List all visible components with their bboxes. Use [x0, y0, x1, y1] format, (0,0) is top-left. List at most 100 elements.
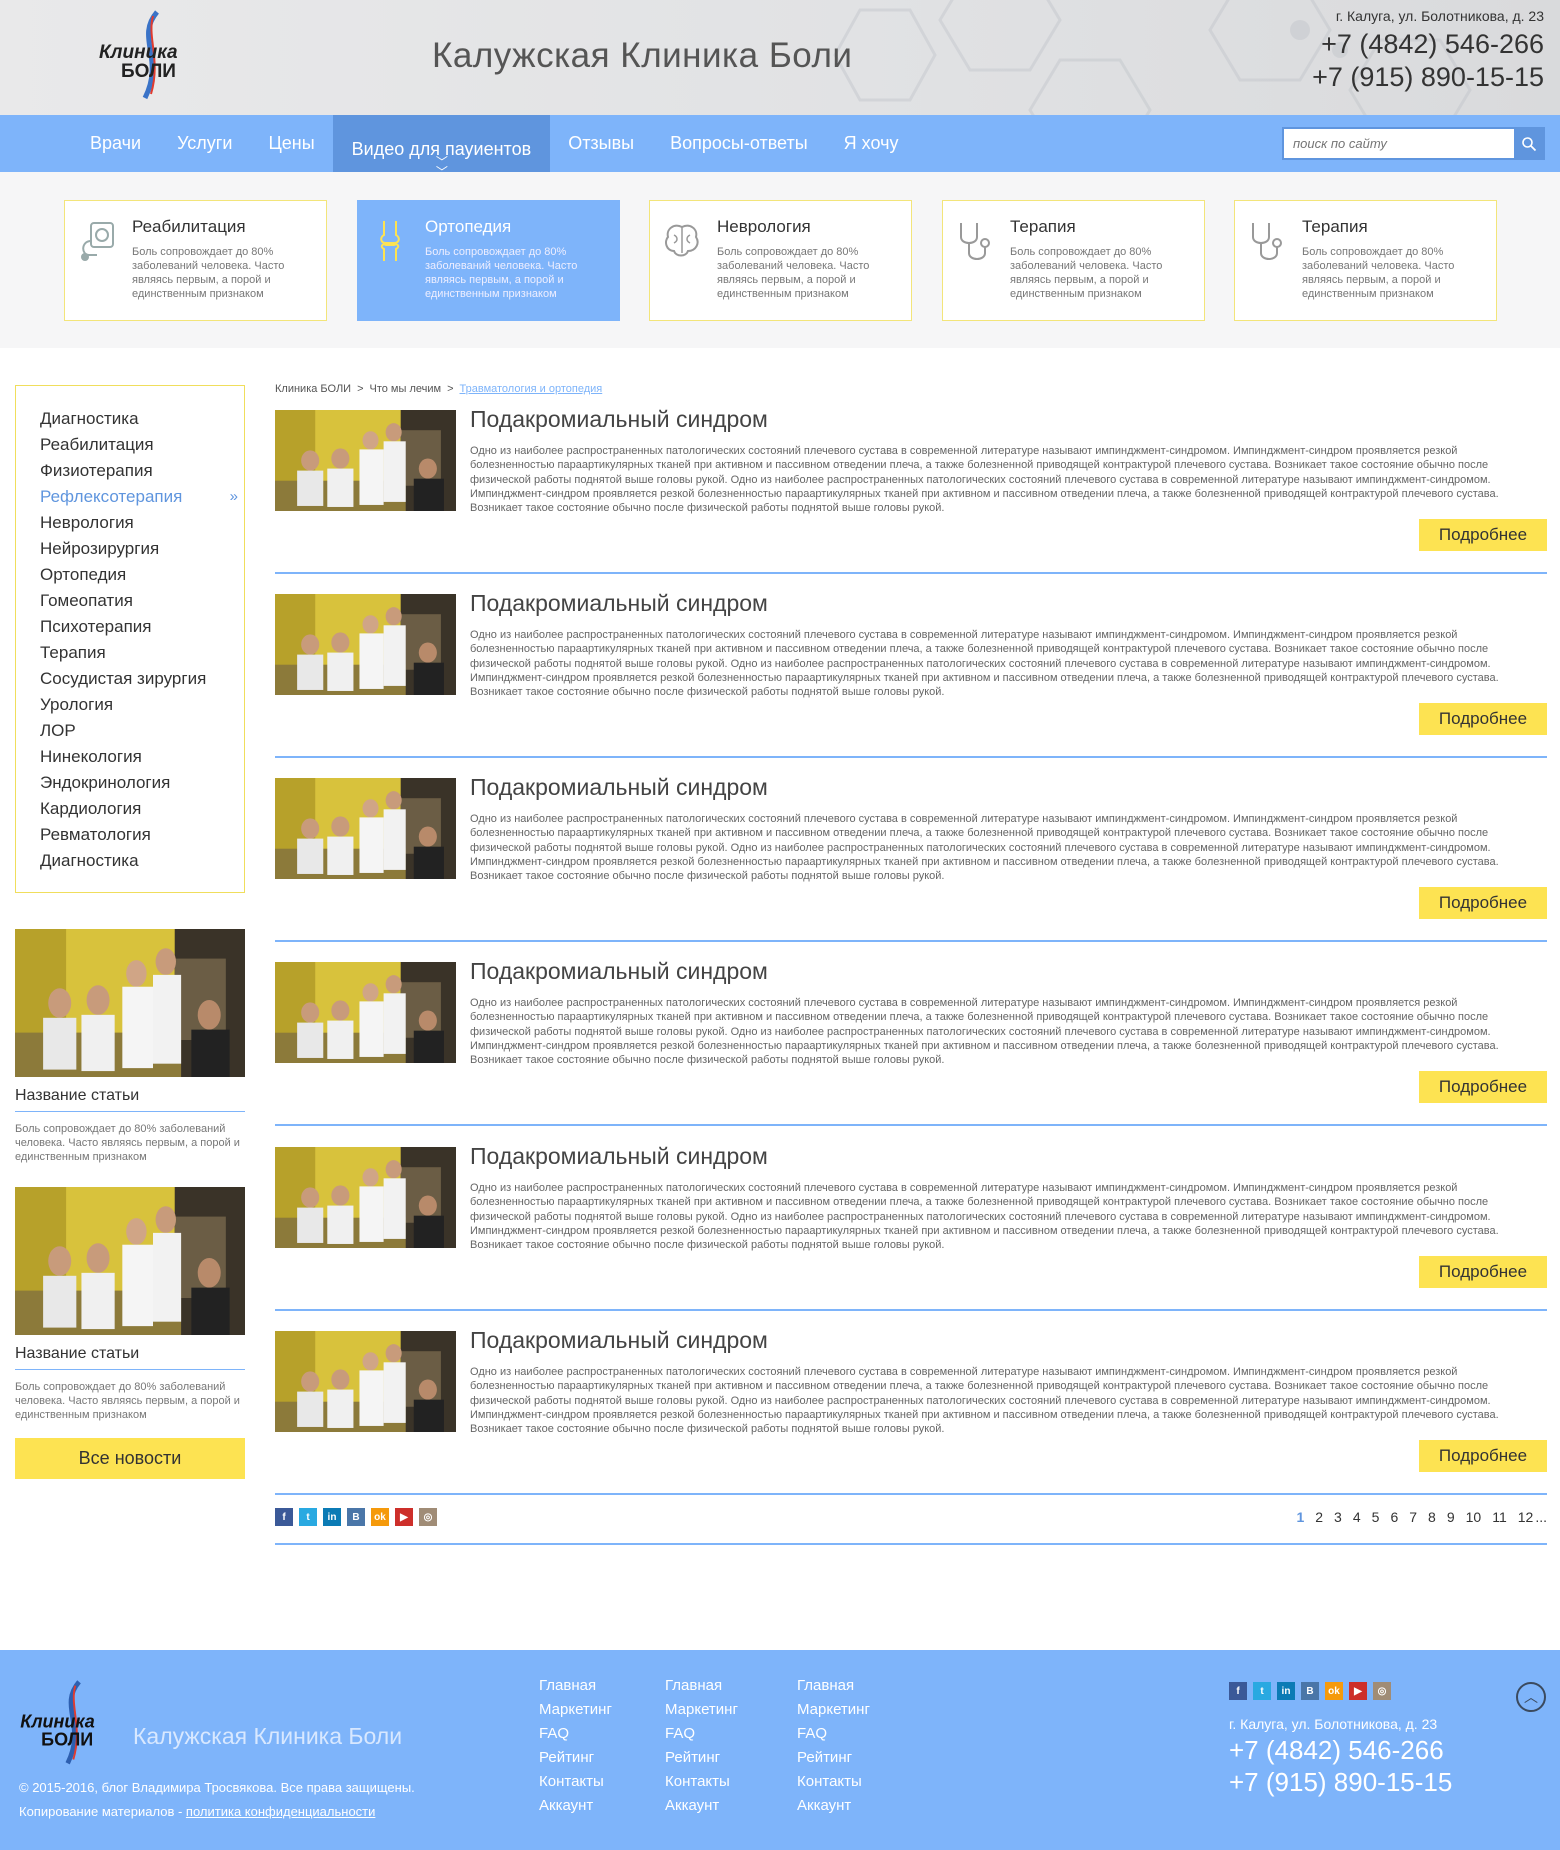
- category-card[interactable]: Неврология Боль сопровождает до 80% забол…: [649, 200, 912, 321]
- article-photo[interactable]: [275, 778, 456, 879]
- sidebar-menu-item[interactable]: ЛОР: [40, 718, 244, 744]
- breadcrumb-current[interactable]: Травматология и ортопедия: [460, 383, 603, 395]
- news-title[interactable]: Название статьи: [15, 1087, 245, 1112]
- nav-item-7[interactable]: Я хочу: [826, 115, 917, 172]
- footer-logo[interactable]: Клиника БОЛИ: [18, 1678, 123, 1768]
- sidebar-menu-item[interactable]: Сосудистая зирургия: [40, 666, 244, 692]
- footer-link[interactable]: Контакты: [665, 1770, 738, 1794]
- footer-link[interactable]: Контакты: [797, 1770, 870, 1794]
- odnoklassniki-icon[interactable]: ok: [1325, 1682, 1343, 1700]
- clinic-logo[interactable]: Клиника БОЛИ: [95, 8, 205, 103]
- footer-link[interactable]: Аккаунт: [797, 1794, 870, 1818]
- search-input[interactable]: [1284, 129, 1512, 158]
- news-title[interactable]: Название статьи: [15, 1345, 245, 1370]
- category-card[interactable]: Ортопедия Боль сопровождает до 80% заболе…: [357, 200, 620, 321]
- instagram-icon[interactable]: ◎: [419, 1508, 437, 1526]
- article-title[interactable]: Подакромиальный синдром: [470, 774, 768, 801]
- article-title[interactable]: Подакромиальный синдром: [470, 958, 768, 985]
- category-card[interactable]: Терапия Боль сопровождает до 80% заболева…: [942, 200, 1205, 321]
- sidebar-menu-item[interactable]: Кардиология: [40, 796, 244, 822]
- youtube-icon[interactable]: ▶: [1349, 1682, 1367, 1700]
- footer-phone-1[interactable]: +7 (4842) 546-266: [1229, 1734, 1452, 1766]
- page-link[interactable]: 11: [1492, 1509, 1507, 1525]
- facebook-icon[interactable]: f: [275, 1508, 293, 1526]
- footer-link[interactable]: FAQ: [797, 1722, 870, 1746]
- nav-item-2[interactable]: Услуги: [159, 115, 250, 172]
- sidebar-menu-item[interactable]: Терапия: [40, 640, 244, 666]
- sidebar-menu-item[interactable]: Диагностика: [40, 406, 244, 432]
- search-button[interactable]: [1514, 129, 1543, 158]
- article-title[interactable]: Подакромиальный синдром: [470, 1143, 768, 1170]
- header-phone-1[interactable]: +7 (4842) 546-266: [1312, 28, 1544, 61]
- footer-phone-2[interactable]: +7 (915) 890-15-15: [1229, 1766, 1452, 1798]
- sidebar-menu-item[interactable]: Нинекология: [40, 744, 244, 770]
- page-link[interactable]: 12: [1518, 1509, 1534, 1525]
- footer-link[interactable]: Контакты: [539, 1770, 612, 1794]
- article-title[interactable]: Подакромиальный синдром: [470, 590, 768, 617]
- read-more-button[interactable]: Подробнее: [1419, 519, 1547, 551]
- article-photo[interactable]: [275, 594, 456, 695]
- linkedin-icon[interactable]: in: [323, 1508, 341, 1526]
- all-news-button[interactable]: Все новости: [15, 1438, 245, 1479]
- nav-item-6[interactable]: Вопросы-ответы: [652, 115, 826, 172]
- page-link[interactable]: 9: [1447, 1509, 1455, 1525]
- footer-link[interactable]: Рейтинг: [665, 1746, 738, 1770]
- nav-item-3[interactable]: Цены: [250, 115, 332, 172]
- footer-link[interactable]: Аккаунт: [539, 1794, 612, 1818]
- footer-link[interactable]: Главная: [797, 1674, 870, 1698]
- footer-link[interactable]: Рейтинг: [539, 1746, 612, 1770]
- read-more-button[interactable]: Подробнее: [1419, 1440, 1547, 1472]
- sidebar-menu-item[interactable]: Ревматология: [40, 822, 244, 848]
- privacy-policy-link[interactable]: политика конфиденциальности: [186, 1804, 375, 1819]
- page-link[interactable]: 2: [1315, 1509, 1323, 1525]
- instagram-icon[interactable]: ◎: [1373, 1682, 1391, 1700]
- twitter-icon[interactable]: t: [1253, 1682, 1271, 1700]
- page-link[interactable]: 8: [1428, 1509, 1436, 1525]
- footer-link[interactable]: Главная: [539, 1674, 612, 1698]
- read-more-button[interactable]: Подробнее: [1419, 1256, 1547, 1288]
- footer-link[interactable]: Маркетинг: [539, 1698, 612, 1722]
- footer-link[interactable]: Рейтинг: [797, 1746, 870, 1770]
- article-photo[interactable]: [275, 962, 456, 1063]
- footer-link[interactable]: FAQ: [665, 1722, 738, 1746]
- sidebar-menu-item[interactable]: Эндокринология: [40, 770, 244, 796]
- scroll-to-top-button[interactable]: ︿: [1516, 1682, 1546, 1712]
- category-card[interactable]: Терапия Боль сопровождает до 80% заболева…: [1234, 200, 1497, 321]
- breadcrumb-item[interactable]: Что мы лечим: [370, 383, 442, 395]
- sidebar-news-item[interactable]: Название статьи Боль сопровождает до 80%…: [15, 929, 245, 1164]
- article-photo[interactable]: [275, 410, 456, 511]
- page-link[interactable]: 5: [1372, 1509, 1380, 1525]
- read-more-button[interactable]: Подробнее: [1419, 887, 1547, 919]
- footer-link[interactable]: Главная: [665, 1674, 738, 1698]
- page-link[interactable]: 7: [1409, 1509, 1417, 1525]
- breadcrumb-item[interactable]: Клиника БОЛИ: [275, 383, 351, 395]
- vk-icon[interactable]: B: [1301, 1682, 1319, 1700]
- sidebar-menu-item[interactable]: Диагностика: [40, 848, 244, 874]
- page-link[interactable]: 6: [1390, 1509, 1398, 1525]
- article-title[interactable]: Подакромиальный синдром: [470, 1327, 768, 1354]
- twitter-icon[interactable]: t: [299, 1508, 317, 1526]
- odnoklassniki-icon[interactable]: ok: [371, 1508, 389, 1526]
- sidebar-menu-item[interactable]: Урология: [40, 692, 244, 718]
- sidebar-menu-item[interactable]: Неврология: [40, 510, 244, 536]
- footer-link[interactable]: Аккаунт: [665, 1794, 738, 1818]
- linkedin-icon[interactable]: in: [1277, 1682, 1295, 1700]
- footer-link[interactable]: Маркетинг: [797, 1698, 870, 1722]
- read-more-button[interactable]: Подробнее: [1419, 1071, 1547, 1103]
- article-title[interactable]: Подакромиальный синдром: [470, 406, 768, 433]
- footer-link[interactable]: Маркетинг: [665, 1698, 738, 1722]
- vk-icon[interactable]: B: [347, 1508, 365, 1526]
- sidebar-menu-item[interactable]: Реабилитация: [40, 432, 244, 458]
- page-link[interactable]: 4: [1353, 1509, 1361, 1525]
- nav-item-5[interactable]: Отзывы: [550, 115, 652, 172]
- footer-link[interactable]: FAQ: [539, 1722, 612, 1746]
- sidebar-menu-item[interactable]: Физиотерапия: [40, 458, 244, 484]
- read-more-button[interactable]: Подробнее: [1419, 703, 1547, 735]
- article-photo[interactable]: [275, 1331, 456, 1432]
- sidebar-menu-item[interactable]: Гомеопатия: [40, 588, 244, 614]
- nav-item-1[interactable]: Врачи: [72, 115, 159, 172]
- page-link[interactable]: 1: [1296, 1509, 1304, 1525]
- sidebar-menu-item[interactable]: Нейрозирургия: [40, 536, 244, 562]
- article-photo[interactable]: [275, 1147, 456, 1248]
- header-phone-2[interactable]: +7 (915) 890-15-15: [1312, 61, 1544, 94]
